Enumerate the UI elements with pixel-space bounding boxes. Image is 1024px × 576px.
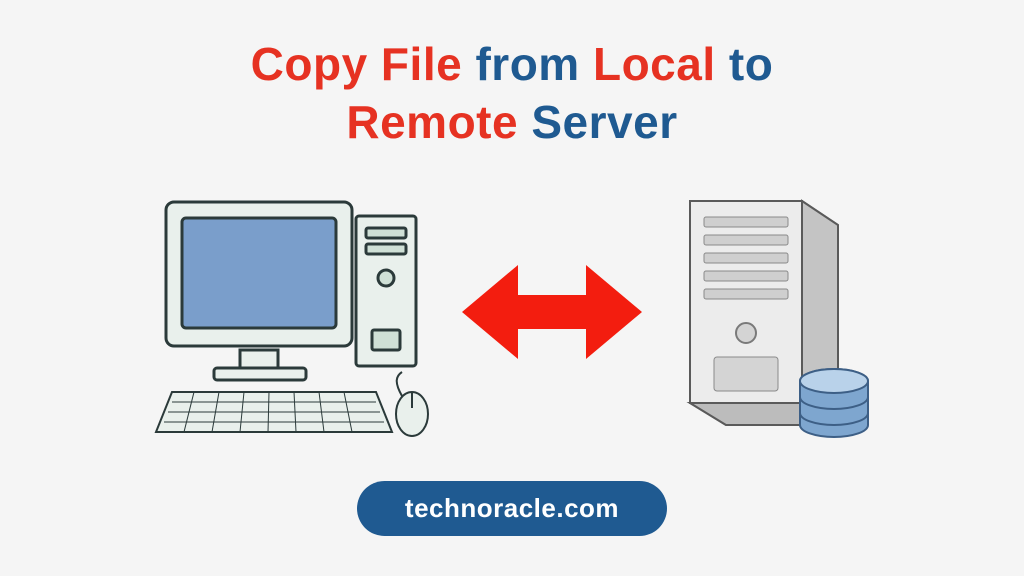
illustration-row <box>132 177 892 447</box>
desktop-computer-icon <box>144 182 434 442</box>
title-part-local: Local <box>593 38 716 90</box>
title-part-remote: Remote <box>346 96 518 148</box>
server-tower-icon <box>670 177 880 447</box>
diagram-canvas: Copy File from Local to Remote Server <box>0 0 1024 576</box>
title-part-from: from <box>462 38 593 90</box>
title-part-copy-file: Copy File <box>251 38 463 90</box>
site-badge: technoracle.com <box>357 481 667 536</box>
title-part-server: Server <box>518 96 678 148</box>
title-part-to: to <box>716 38 774 90</box>
database-cylinder-icon <box>800 369 868 437</box>
site-badge-label: technoracle.com <box>405 493 619 523</box>
diagram-title: Copy File from Local to Remote Server <box>251 36 774 151</box>
bidirectional-arrow-icon <box>462 257 642 367</box>
